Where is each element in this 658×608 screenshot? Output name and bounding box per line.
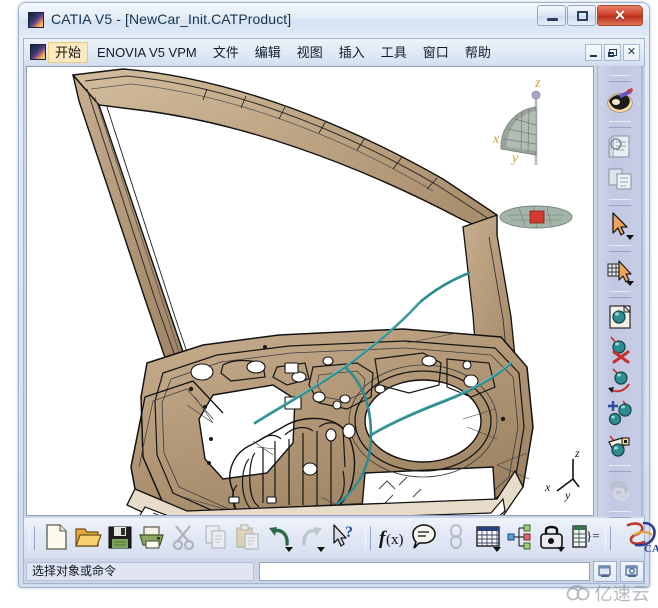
snapshot-icon[interactable] (605, 302, 635, 332)
minimize-button[interactable] (537, 5, 566, 26)
save-icon[interactable] (105, 522, 135, 554)
formula-icon[interactable]: f (x) (377, 522, 407, 554)
copy-icon[interactable] (201, 522, 231, 554)
delete-point-icon[interactable] (605, 334, 635, 364)
command-input[interactable] (259, 562, 590, 581)
axis-triad-graphic (557, 459, 579, 491)
menu-item-tools[interactable]: 工具 (374, 42, 414, 63)
compass-x-label: x (492, 132, 500, 147)
status-power-input-icon[interactable] (620, 561, 644, 582)
toolbar-grip-6[interactable] (609, 465, 631, 472)
mdi-controls: ✕ (583, 44, 640, 61)
parameters-icon[interactable]: }= (569, 522, 599, 554)
svg-text:}=: }= (586, 528, 599, 543)
standard-toolbar: ? f (x) (24, 518, 644, 558)
title-bar[interactable]: CATIA V5 - [NewCar_Init.CATProduct] ✕ (19, 3, 649, 36)
menu-item-start[interactable]: 开始 (48, 42, 88, 63)
menu-item-file[interactable]: 文件 (206, 42, 246, 63)
lock-icon[interactable] (537, 522, 567, 554)
edit-point-icon[interactable] (605, 430, 635, 460)
bottom-toolbar-grip-2[interactable] (365, 526, 371, 550)
measure-icon[interactable] (605, 256, 635, 286)
maximize-button[interactable] (567, 5, 596, 26)
chevron-down-icon-grid[interactable] (493, 547, 501, 552)
catia-application-window: CATIA V5 - [NewCar_Init.CATProduct] ✕ 开始… (0, 0, 658, 608)
triad-x-label: x (544, 480, 551, 494)
cut-scissors-icon[interactable] (169, 522, 199, 554)
undo-icon[interactable] (265, 522, 295, 554)
menu-item-help[interactable]: 帮助 (458, 42, 498, 63)
compass-y-label: y (510, 151, 519, 166)
toolbar-grip-3[interactable] (609, 199, 631, 206)
car-door-model: z x y z x y (27, 67, 593, 515)
menu-item-insert[interactable]: 插入 (332, 42, 372, 63)
menu-item-edit[interactable]: 编辑 (248, 42, 288, 63)
watermark-text: 亿速云 (595, 580, 651, 606)
menu-item-enovia[interactable]: ENOVIA V5 VPM (90, 42, 204, 63)
toolbar-grip-4[interactable] (609, 245, 631, 252)
chevron-down-icon[interactable] (626, 235, 634, 240)
chevron-down-icon-lock[interactable] (557, 547, 565, 552)
mdi-close-button[interactable]: ✕ (623, 44, 640, 61)
add-point-icon[interactable] (605, 398, 635, 428)
status-bar: 选择对象或命令 (24, 560, 644, 583)
swap-visible-space-icon[interactable] (605, 476, 635, 506)
chevron-down-icon-2[interactable] (626, 281, 634, 286)
bottom-toolbar-grip-3[interactable] (605, 526, 611, 550)
catia-app-icon (28, 12, 44, 28)
close-icon: ✕ (598, 6, 642, 25)
menu-item-view[interactable]: 视图 (290, 42, 330, 63)
toolbar-grip-2[interactable] (609, 121, 631, 128)
chevron-down-icon-undo[interactable] (285, 547, 293, 552)
triad-z-label: z (574, 446, 580, 460)
cloud-icon (566, 583, 592, 603)
bottom-toolbar-grip[interactable] (29, 526, 35, 550)
catia-compass-graphic: z x y (492, 76, 572, 228)
link-icon[interactable] (441, 522, 471, 554)
menu-bar: 开始 ENOVIA V5 VPM 文件 编辑 视图 插入 工具 窗口 帮助 ✕ (24, 39, 644, 65)
catia-logo-text: CATIA (644, 543, 658, 555)
mdi-minimize-button[interactable] (585, 44, 602, 61)
toolbar-grip[interactable] (609, 75, 631, 82)
window-controls: ✕ (536, 5, 643, 26)
redo-icon[interactable] (297, 522, 327, 554)
new-document-icon[interactable] (41, 522, 71, 554)
rotate-point-icon[interactable] (605, 366, 635, 396)
chevron-down-icon-redo[interactable] (317, 547, 325, 552)
hide-show-icon[interactable] (605, 164, 635, 194)
open-folder-icon[interactable] (73, 522, 103, 554)
apply-material-icon[interactable] (605, 86, 635, 116)
grid-icon[interactable] (473, 522, 503, 554)
svg-text:(x): (x) (386, 532, 404, 548)
triad-y-label: y (564, 488, 571, 502)
print-icon[interactable] (137, 522, 167, 554)
compass-z-label: z (534, 76, 541, 91)
window-title: CATIA V5 - [NewCar_Init.CATProduct] (51, 11, 291, 27)
comment-icon[interactable] (409, 522, 439, 554)
catia-ds-logo: CATIA (622, 521, 658, 555)
toolbar-grip-7[interactable] (609, 511, 631, 518)
select-arrow-icon[interactable] (605, 210, 635, 240)
status-window-icon[interactable] (593, 561, 617, 582)
menu-item-window[interactable]: 窗口 (416, 42, 456, 63)
status-message: 选择对象或命令 (26, 562, 254, 581)
close-button[interactable]: ✕ (597, 5, 643, 26)
toolbar-grip-5[interactable] (609, 291, 631, 298)
paste-icon[interactable] (233, 522, 263, 554)
watermark: 亿速云 (566, 580, 651, 606)
3d-viewport[interactable]: z x y z x y (26, 66, 594, 516)
structure-tree-icon[interactable] (505, 522, 535, 554)
view-toolbar (597, 66, 641, 516)
whats-this-help-icon[interactable]: ? (329, 522, 359, 554)
svg-text:?: ? (345, 524, 353, 541)
mdi-restore-button[interactable] (604, 44, 621, 61)
catalog-browser-icon[interactable] (605, 132, 635, 162)
viewport-scrollbar[interactable] (641, 66, 645, 516)
catia-menu-icon (30, 44, 46, 60)
